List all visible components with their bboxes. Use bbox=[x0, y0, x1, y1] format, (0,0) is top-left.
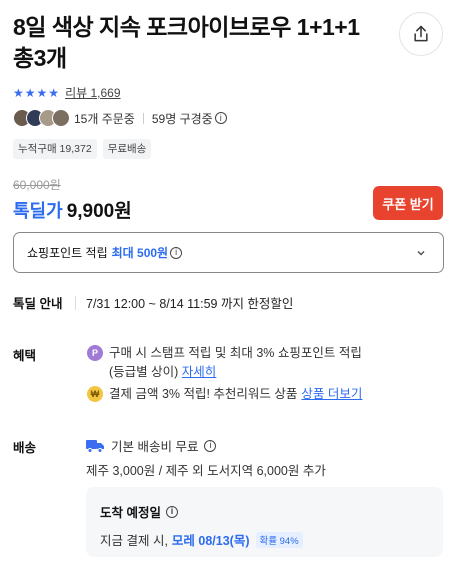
star-icon: ★ bbox=[13, 85, 24, 100]
more-products-link[interactable]: 상품 더보기 bbox=[301, 385, 362, 404]
arrival-line: 지금 결제 시, 모레 08/13(목) 확률 94% bbox=[100, 530, 429, 549]
current-price: 9,900원 bbox=[66, 201, 132, 222]
truck-icon bbox=[86, 439, 104, 453]
info-icon[interactable]: i bbox=[170, 246, 183, 259]
benefit-text: 구매 시 스탬프 적립 및 최대 3% 쇼핑포인트 적립 bbox=[109, 346, 362, 360]
share-button[interactable] bbox=[399, 12, 443, 56]
benefit-item-stamp: P 구매 시 스탬프 적립 및 최대 3% 쇼핑포인트 적립 (등급별 상이) … bbox=[87, 344, 362, 382]
point-icon: P bbox=[87, 345, 103, 361]
cumulative-purchase-chip: 누적구매 19,372 bbox=[13, 139, 97, 159]
arrival-probability-badge: 확률 94% bbox=[255, 531, 303, 548]
info-icon[interactable]: i bbox=[214, 112, 227, 124]
review-count-link[interactable]: 리뷰 1,669 bbox=[65, 84, 120, 101]
points-label: 쇼핑포인트 적립 bbox=[27, 246, 108, 260]
deal-info-label: 톡딜 안내 bbox=[13, 297, 63, 311]
viewers-count: 59명 구경중 bbox=[151, 111, 213, 126]
chevron-down-icon bbox=[417, 250, 425, 256]
benefits-label: 혜택 bbox=[13, 349, 37, 363]
avatar bbox=[52, 109, 70, 127]
shipping-base-text: 기본 배송비 무료 bbox=[111, 440, 199, 454]
divider bbox=[75, 295, 76, 310]
star-icon: ★ bbox=[48, 85, 60, 100]
benefit-item-reward: ₩ 결제 금액 3% 적립! 추천리워드 상품 상품 더보기 bbox=[87, 385, 362, 404]
rating-stars: ★ ★ ★ ★ bbox=[13, 86, 59, 100]
arrival-date: 모레 08/13(목) bbox=[171, 534, 250, 548]
rating-row: ★ ★ ★ ★ 리뷰 1,669 bbox=[13, 84, 121, 101]
shipping-label: 배송 bbox=[13, 441, 37, 455]
shipping-extra-text: 제주 3,000원 / 제주 외 도서지역 6,000원 추가 bbox=[86, 464, 326, 478]
points-max: 최대 500원 bbox=[111, 246, 169, 260]
deal-info-value: 7/31 12:00 ~ 8/14 11:59 까지 한정할인 bbox=[86, 297, 294, 311]
info-icon[interactable]: i bbox=[165, 505, 178, 518]
details-link[interactable]: 자세히 bbox=[182, 365, 217, 379]
deal-price-label: 톡딜가 bbox=[13, 201, 63, 221]
buyer-avatars bbox=[13, 109, 70, 127]
arrival-title-row: 도착 예정일 i bbox=[100, 502, 429, 521]
orders-count: 15개 주문중 bbox=[74, 111, 135, 126]
arrival-title: 도착 예정일 bbox=[100, 506, 161, 520]
divider bbox=[142, 112, 144, 124]
original-price: 60,000원 bbox=[13, 178, 61, 192]
info-icon[interactable]: i bbox=[204, 439, 217, 452]
shipping-base-row: 기본 배송비 무료 i bbox=[86, 436, 217, 455]
share-icon bbox=[414, 25, 428, 42]
star-icon: ★ bbox=[24, 85, 36, 100]
badge-chips: 누적구매 19,372 무료배송 bbox=[13, 139, 152, 159]
arrival-prefix: 지금 결제 시, bbox=[100, 534, 168, 548]
buyers-row: 15개 주문중 59명 구경중 i bbox=[13, 108, 227, 128]
won-coin-icon: ₩ bbox=[87, 386, 103, 402]
benefit-text: 결제 금액 3% 적립! 추천리워드 상품 bbox=[109, 387, 298, 401]
shopping-points-dropdown[interactable]: 쇼핑포인트 적립 최대 500원 i bbox=[13, 232, 444, 273]
benefit-subtext: (등급별 상이) bbox=[109, 365, 179, 379]
deal-info-row: 톡딜 안내 7/31 12:00 ~ 8/14 11:59 까지 한정할인 bbox=[13, 293, 293, 312]
coupon-button[interactable]: 쿠폰 받기 bbox=[373, 186, 443, 220]
star-icon: ★ bbox=[36, 85, 48, 100]
free-shipping-chip: 무료배송 bbox=[102, 139, 152, 159]
product-title: 8일 색상 지속 포크아이브로우 1+1+1 총3개 bbox=[13, 14, 360, 71]
price-row: 톡딜가 9,900원 bbox=[13, 196, 132, 223]
arrival-estimate-box: 도착 예정일 i 지금 결제 시, 모레 08/13(목) 확률 94% bbox=[86, 487, 443, 557]
